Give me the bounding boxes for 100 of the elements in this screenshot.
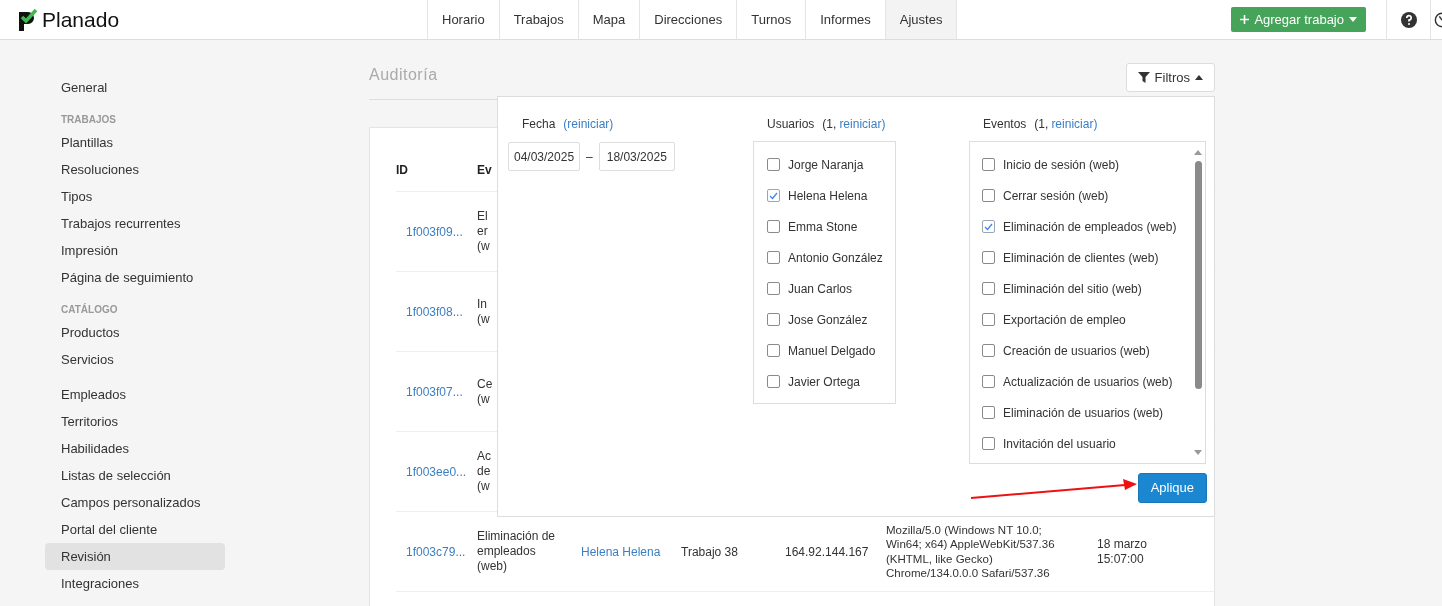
checkbox[interactable]	[982, 406, 995, 419]
checkbox[interactable]	[767, 344, 780, 357]
clock-icon[interactable]	[1434, 10, 1442, 29]
id-link[interactable]: 1f003c79...	[396, 542, 477, 561]
table-cell-text: (w	[477, 311, 491, 327]
plus-icon	[1240, 15, 1250, 24]
option-label[interactable]: Manuel Delgado	[788, 341, 876, 360]
date-field[interactable]: 04/03/2025	[508, 142, 581, 171]
option-label[interactable]: Antonio González	[788, 248, 883, 267]
option-label[interactable]: Jose González	[788, 310, 868, 329]
filter-label: Usuarios	[767, 116, 815, 133]
checkbox[interactable]	[767, 313, 780, 326]
option-label[interactable]: Eliminación de clientes (web)	[1003, 248, 1159, 267]
table-cell-text: (w	[477, 479, 491, 494]
checkbox[interactable]	[982, 282, 995, 295]
option-label[interactable]: Eliminación de usuarios (web)	[1003, 403, 1164, 422]
column-header: ID	[396, 162, 409, 179]
reset-link[interactable]: reiniciar)	[839, 115, 886, 133]
logo-icon	[16, 7, 38, 32]
sidebar-item[interactable]: Listas de selección	[45, 462, 225, 489]
table-cell-text: (w	[477, 391, 491, 407]
sidebar-item[interactable]: Impresión	[45, 237, 225, 264]
option-label[interactable]: Juan Carlos	[788, 279, 853, 298]
checkbox[interactable]	[982, 344, 995, 357]
id-link[interactable]: 1f003f07...	[396, 382, 477, 401]
sidebar-item[interactable]: Plantillas	[45, 129, 225, 156]
option-label[interactable]: Invitación del usuario	[1003, 434, 1116, 453]
table-cell-text: Ac	[477, 449, 492, 464]
table-cell-text: er	[477, 224, 489, 239]
checkbox[interactable]	[982, 313, 995, 326]
option-label[interactable]: Eliminación del sitio (web)	[1003, 279, 1142, 298]
checkbox[interactable]	[982, 375, 995, 388]
sidebar-item[interactable]: Trabajos recurrentes	[45, 210, 225, 237]
column-header: Ev	[477, 162, 492, 179]
sidebar-item[interactable]: Territorios	[45, 408, 225, 435]
user-link[interactable]: Helena Helena	[581, 542, 681, 561]
table-cell-text: 15:07:00	[1097, 551, 1145, 566]
id-link[interactable]: 1f003ee0...	[396, 462, 477, 481]
sidebar-item[interactable]: Productos	[45, 319, 225, 346]
checked-checkbox[interactable]	[767, 189, 780, 202]
table-cell-text: In	[477, 296, 488, 312]
table-cell: 18 marzo	[1097, 537, 1148, 552]
checkbox[interactable]	[982, 437, 995, 450]
checkbox[interactable]	[767, 220, 780, 233]
filter-label: Eventos	[983, 116, 1027, 133]
sidebar-item[interactable]: Campos personalizados	[45, 489, 225, 516]
section-heading: CATÁLOGO	[60, 302, 119, 317]
page-title: Auditoría	[369, 65, 438, 85]
filter-button[interactable]: Filtros	[1125, 63, 1215, 92]
checkbox[interactable]	[982, 189, 995, 202]
option-label[interactable]: Inicio de sesión (web)	[1003, 155, 1120, 174]
nav-tab[interactable]: Ajustes	[885, 0, 958, 39]
caret-icon	[1195, 75, 1203, 80]
checked-checkbox[interactable]	[982, 220, 995, 233]
checkbox[interactable]	[767, 282, 780, 295]
logo-text: Planado	[42, 6, 120, 33]
option-label[interactable]: Cerrar sesión (web)	[1003, 186, 1109, 205]
sidebar-item[interactable]: Portal del cliente	[45, 516, 225, 543]
reset-link[interactable]: (reiniciar)	[563, 115, 614, 133]
sidebar-item[interactable]: Revisión	[45, 543, 225, 570]
table-cell-text: El	[477, 209, 489, 224]
apply-button[interactable]: Aplique	[1137, 473, 1207, 503]
table-cell-text: Ce	[477, 376, 494, 392]
checkbox[interactable]	[982, 251, 995, 264]
sidebar-item[interactable]: Integraciones	[45, 570, 225, 597]
sidebar-item[interactable]: Habilidades	[45, 435, 225, 462]
id-link[interactable]: 1f003f08...	[396, 302, 477, 321]
table-cell-text: (web)	[477, 559, 508, 574]
checkbox[interactable]	[982, 158, 995, 171]
table-cell-text: 164.92.144.167	[785, 543, 870, 561]
id-link[interactable]: 1f003f09...	[396, 222, 477, 241]
sidebar-item[interactable]: Resoluciones	[45, 156, 225, 183]
sidebar-item[interactable]: General	[45, 74, 225, 101]
option-label[interactable]: Eliminación de empleados (web)	[1003, 217, 1177, 236]
sidebar-item[interactable]: Página de seguimiento	[45, 264, 225, 291]
checkbox[interactable]	[767, 158, 780, 171]
sidebar-item[interactable]: Empleados	[45, 381, 225, 408]
filter-icon	[1137, 72, 1150, 83]
option-label[interactable]: Creación de usuarios (web)	[1003, 341, 1150, 360]
caret-icon	[1349, 17, 1357, 22]
checkbox[interactable]	[767, 251, 780, 264]
option-label[interactable]: Actualización de usuarios (web)	[1003, 372, 1173, 391]
date-field[interactable]: 18/03/2025	[598, 142, 675, 171]
option-label[interactable]: Javier Ortega	[788, 372, 861, 391]
date-separator: –	[586, 148, 593, 166]
table-cell-text: de	[477, 464, 492, 479]
sidebar-item[interactable]: Servicios	[45, 346, 225, 373]
count-label: (1,	[822, 116, 837, 133]
option-label[interactable]: Exportación de empleo	[1003, 310, 1126, 329]
sidebar-item[interactable]: Tipos	[45, 183, 225, 210]
help-icon[interactable]	[1400, 11, 1417, 28]
option-label[interactable]: Jorge Naranja	[788, 155, 864, 174]
count-label: (1,	[1034, 116, 1049, 133]
checkbox[interactable]	[767, 375, 780, 388]
table-cell-text: empleados	[477, 544, 537, 559]
section-heading: TRABAJOS	[60, 112, 117, 127]
option-label[interactable]: Emma Stone	[788, 217, 858, 236]
reset-link[interactable]: reiniciar)	[1051, 115, 1098, 133]
option-label[interactable]: Helena Helena	[788, 186, 868, 205]
table-cell-text: Win64; x64) AppleWebKit/537.36	[886, 537, 1056, 552]
